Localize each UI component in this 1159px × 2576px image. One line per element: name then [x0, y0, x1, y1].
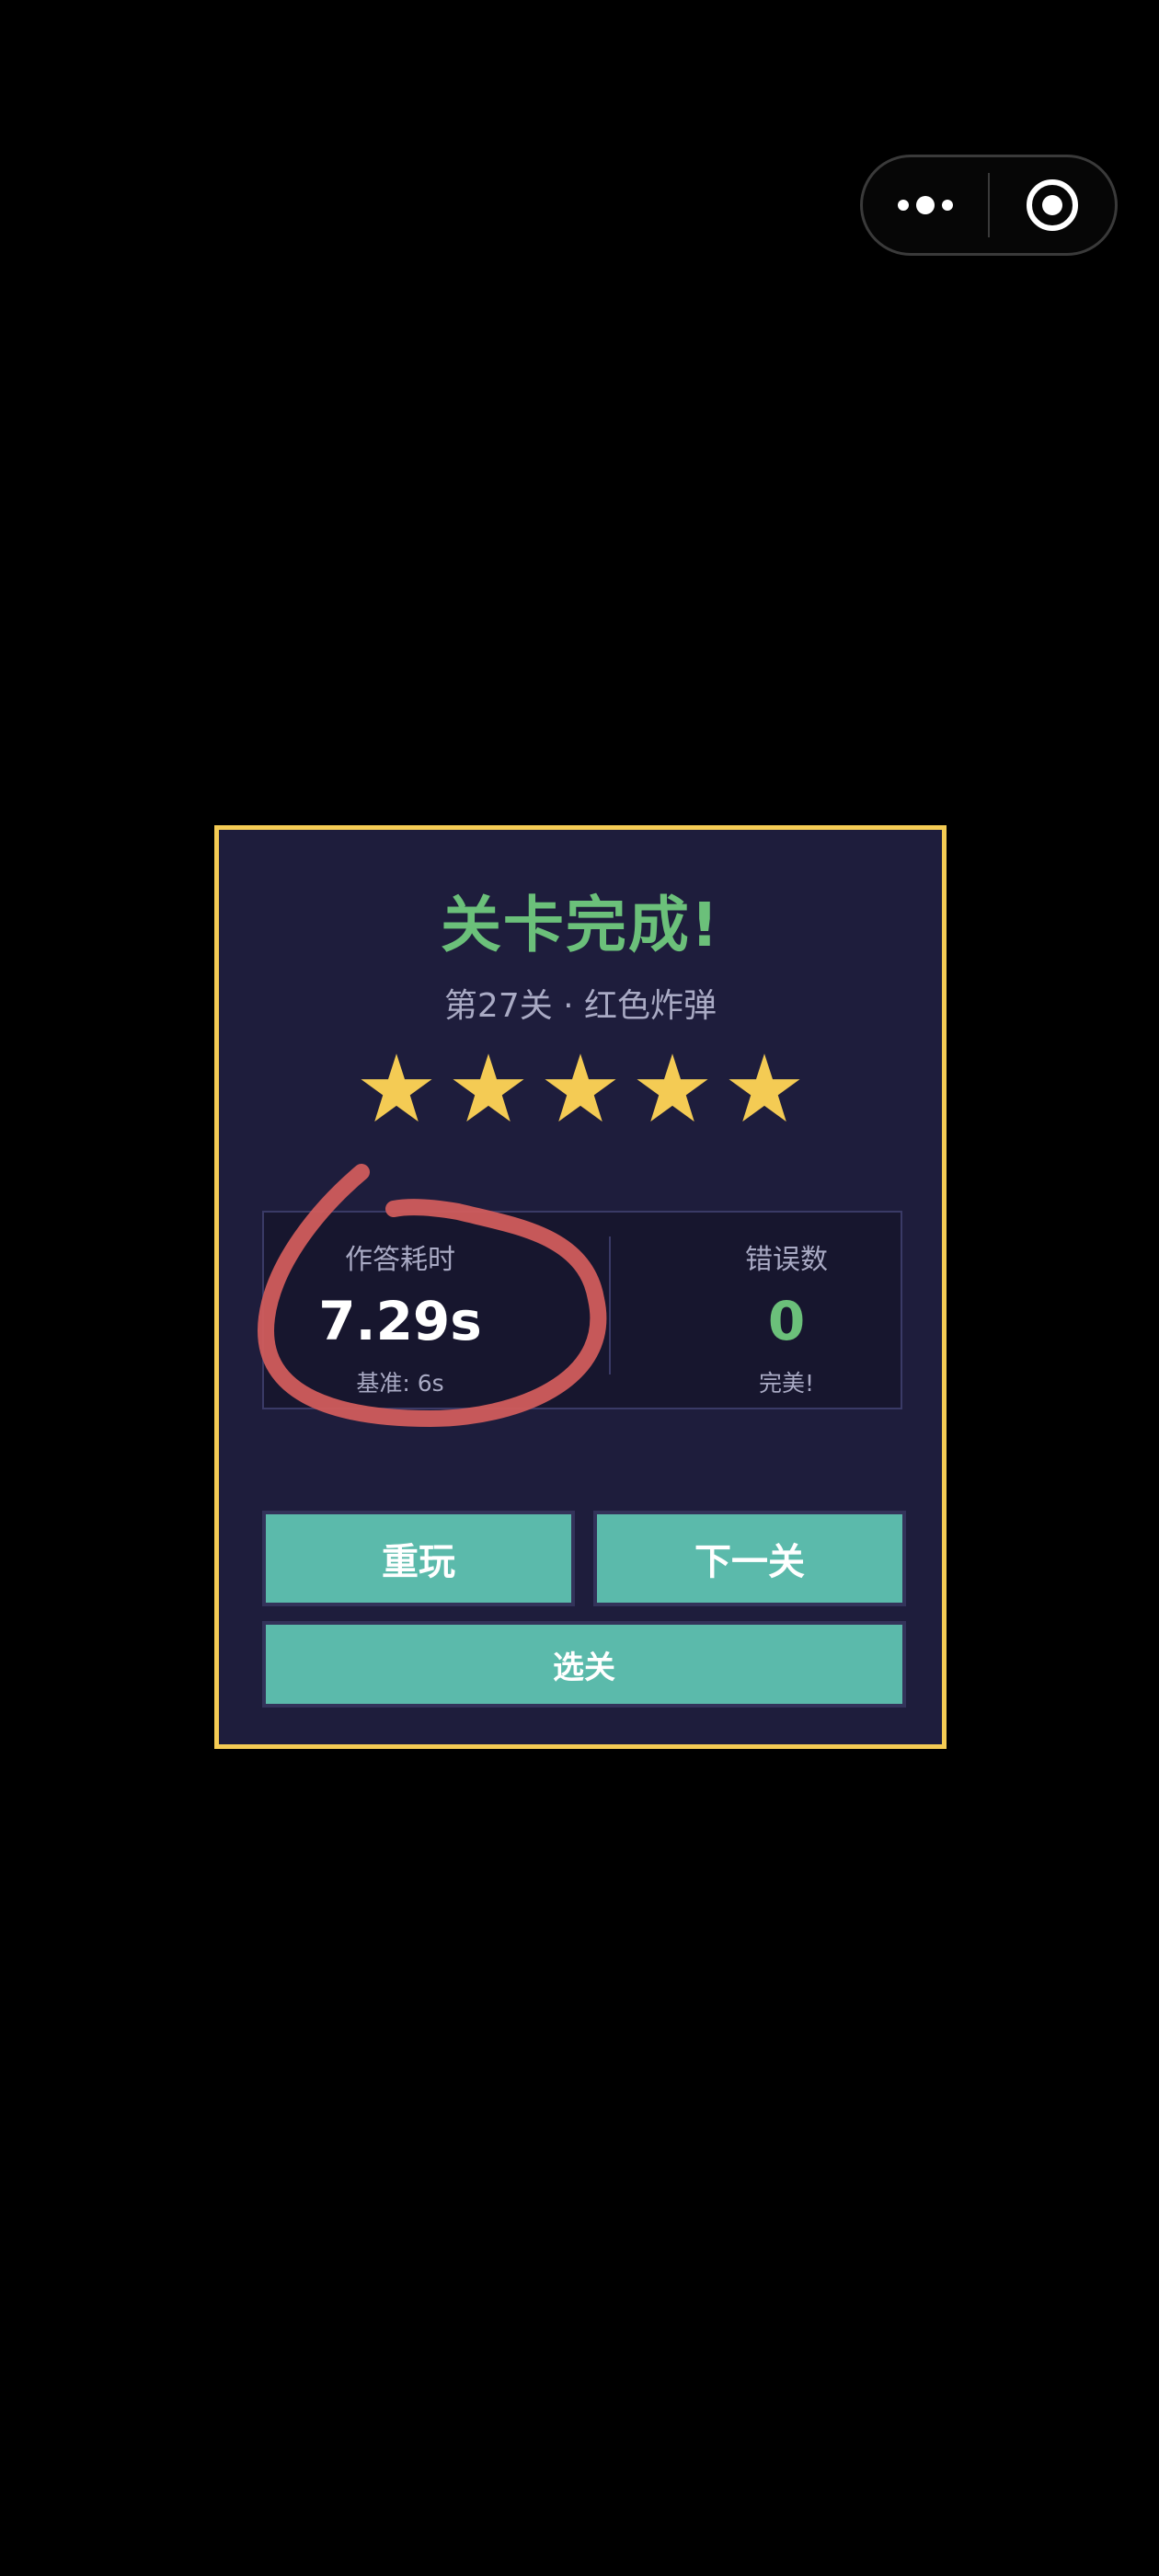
- mini-program-capsule: [860, 155, 1118, 256]
- close-button[interactable]: [990, 157, 1115, 253]
- time-label: 作答耗时: [345, 1244, 455, 1276]
- more-dots-icon: [897, 196, 953, 214]
- stats-panel: 作答耗时 7.29s 基准: 6s 错误数 0 完美!: [262, 1211, 902, 1409]
- next-level-button[interactable]: 下一关: [593, 1511, 906, 1606]
- level-subtitle: 第27关 · 红色炸弹: [443, 987, 717, 1025]
- level-select-button[interactable]: 选关: [262, 1621, 906, 1708]
- errors-value: 0: [767, 1290, 806, 1352]
- star-icon: [729, 1053, 800, 1122]
- target-circle-icon: [1027, 179, 1079, 231]
- more-button[interactable]: [863, 157, 988, 253]
- replay-button[interactable]: 重玩: [262, 1511, 575, 1606]
- star-icon: [637, 1053, 708, 1122]
- star-rating: [219, 1051, 942, 1126]
- time-benchmark: 基准: 6s: [356, 1370, 444, 1397]
- star-icon: [545, 1053, 616, 1122]
- level-complete-dialog: 关卡完成! 第27关 · 红色炸弹 作答耗时 7.29s 基准: 6s 错误数 …: [214, 825, 947, 1749]
- game-screen: 关卡完成! 第27关 · 红色炸弹 作答耗时 7.29s 基准: 6s 错误数 …: [0, 0, 1159, 2576]
- errors-note: 完美!: [758, 1370, 815, 1397]
- stats-divider: [609, 1236, 611, 1374]
- time-value: 7.29s: [318, 1290, 482, 1352]
- star-icon: [453, 1053, 524, 1122]
- errors-label: 错误数: [745, 1244, 828, 1276]
- dialog-title: 关卡完成!: [440, 890, 721, 960]
- time-stat: 作答耗时 7.29s 基准: 6s: [264, 1213, 536, 1398]
- star-icon: [361, 1053, 432, 1122]
- errors-stat: 错误数 0 完美!: [669, 1213, 904, 1398]
